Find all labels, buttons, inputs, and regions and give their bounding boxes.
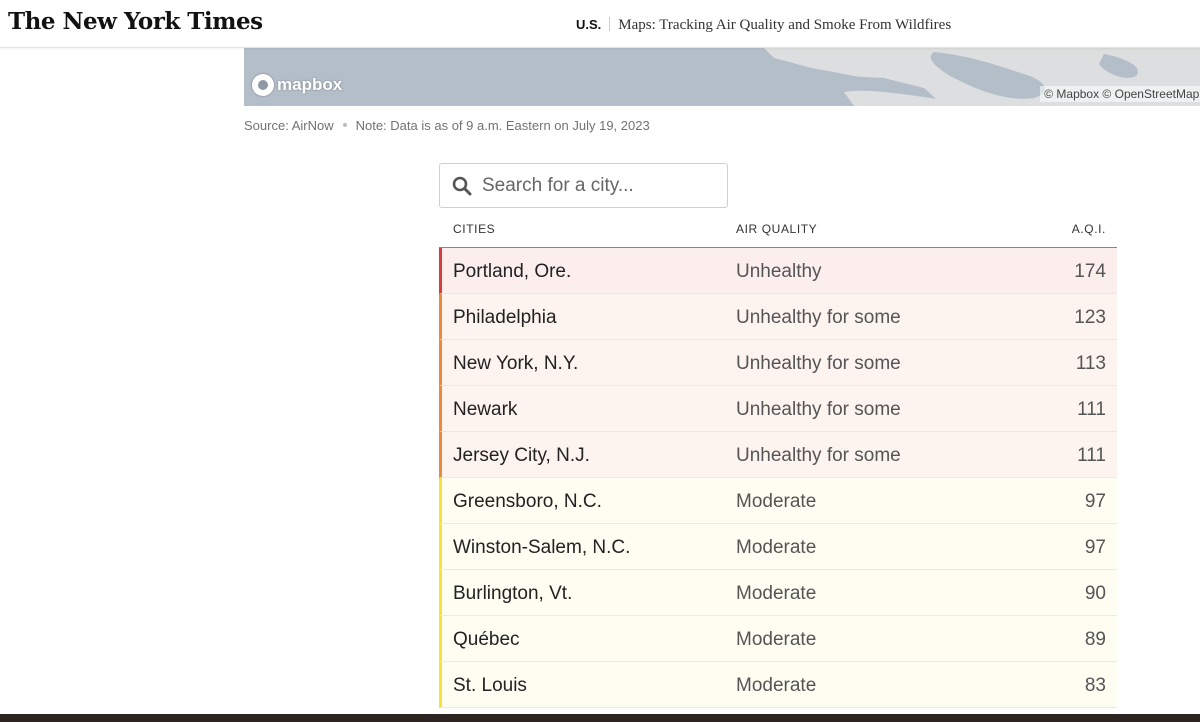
- source-separator: [342, 123, 347, 127]
- aqi-value: 113: [1075, 353, 1106, 374]
- air-quality-map[interactable]: mapbox © Mapbox © OpenStreetMap I: [244, 48, 1200, 106]
- source-text: Source: AirNow: [244, 118, 334, 133]
- city-name: Winston-Salem, N.C.: [453, 537, 631, 558]
- mapbox-icon: [252, 74, 274, 96]
- air-quality-level: Moderate: [736, 537, 817, 558]
- city-search-box[interactable]: [439, 163, 728, 208]
- section-link-us[interactable]: U.S.: [576, 17, 601, 32]
- header-divider: [609, 17, 611, 31]
- column-header-cities[interactable]: CITIES: [453, 222, 495, 236]
- map-attribution[interactable]: © Mapbox © OpenStreetMap I: [1040, 86, 1200, 102]
- air-quality-level: Moderate: [736, 629, 817, 650]
- table-row[interactable]: Newark Unhealthy for some 111: [439, 386, 1117, 432]
- city-name: St. Louis: [453, 675, 527, 696]
- aqi-value: 111: [1077, 445, 1106, 466]
- table-row[interactable]: St. Louis Moderate 83: [439, 662, 1117, 708]
- table-row[interactable]: Winston-Salem, N.C. Moderate 97: [439, 524, 1117, 570]
- air-quality-level: Unhealthy for some: [736, 353, 901, 374]
- mapbox-logo-text: mapbox: [277, 75, 343, 94]
- air-quality-table: CITIES AIR QUALITY A.Q.I. Portland, Ore.…: [439, 212, 1117, 708]
- table-row[interactable]: Portland, Ore. Unhealthy 174: [439, 248, 1117, 294]
- header-breadcrumb: U.S. Maps: Tracking Air Quality and Smoke…: [576, 16, 951, 34]
- aqi-value: 89: [1084, 629, 1106, 650]
- search-icon: [452, 176, 472, 195]
- table-row[interactable]: Jersey City, N.J. Unhealthy for some 111: [439, 432, 1117, 478]
- nyt-logo[interactable]: The New York Times: [8, 8, 263, 35]
- mapbox-logo[interactable]: mapbox: [252, 74, 342, 96]
- table-row[interactable]: Québec Moderate 89: [439, 616, 1117, 662]
- city-name: Philadelphia: [453, 307, 557, 328]
- city-name: Jersey City, N.J.: [453, 445, 590, 466]
- air-quality-level: Unhealthy: [736, 261, 822, 282]
- table-header: CITIES AIR QUALITY A.Q.I.: [439, 212, 1117, 248]
- column-header-aqi[interactable]: A.Q.I.: [1072, 222, 1106, 236]
- aqi-value: 174: [1074, 261, 1106, 282]
- air-quality-level: Unhealthy for some: [736, 307, 901, 328]
- air-quality-level: Unhealthy for some: [736, 399, 901, 420]
- air-quality-level: Moderate: [736, 491, 817, 512]
- aqi-value: 97: [1084, 491, 1106, 512]
- table-row[interactable]: Burlington, Vt. Moderate 90: [439, 570, 1117, 616]
- city-name: Portland, Ore.: [453, 261, 572, 282]
- air-quality-level: Moderate: [736, 583, 817, 604]
- aqi-value: 97: [1084, 537, 1106, 558]
- aqi-value: 111: [1077, 399, 1106, 420]
- aqi-value: 123: [1074, 307, 1106, 328]
- column-header-air-quality[interactable]: AIR QUALITY: [736, 222, 817, 236]
- aqi-value: 90: [1084, 583, 1106, 604]
- city-name: Greensboro, N.C.: [453, 491, 602, 512]
- article-title: Maps: Tracking Air Quality and Smoke Fro…: [618, 17, 952, 33]
- note-text: Note: Data is as of 9 a.m. Eastern on Ju…: [355, 118, 650, 133]
- air-quality-level: Moderate: [736, 675, 817, 696]
- aqi-value: 83: [1084, 675, 1106, 696]
- city-name: New York, N.Y.: [453, 353, 579, 374]
- source-line: Source: AirNow Note: Data is as of 9 a.m.…: [244, 118, 650, 133]
- site-header: The New York Times U.S. Maps: Tracking Ai…: [0, 0, 1200, 48]
- air-quality-level: Unhealthy for some: [736, 445, 901, 466]
- table-row[interactable]: Greensboro, N.C. Moderate 97: [439, 478, 1117, 524]
- city-name: Québec: [453, 629, 520, 650]
- bottom-edge-bar: [0, 714, 1200, 722]
- table-row[interactable]: New York, N.Y. Unhealthy for some 113: [439, 340, 1117, 386]
- table-row[interactable]: Philadelphia Unhealthy for some 123: [439, 294, 1117, 340]
- city-name: Burlington, Vt.: [453, 583, 573, 604]
- city-name: Newark: [453, 399, 518, 420]
- city-search-input[interactable]: [480, 173, 710, 198]
